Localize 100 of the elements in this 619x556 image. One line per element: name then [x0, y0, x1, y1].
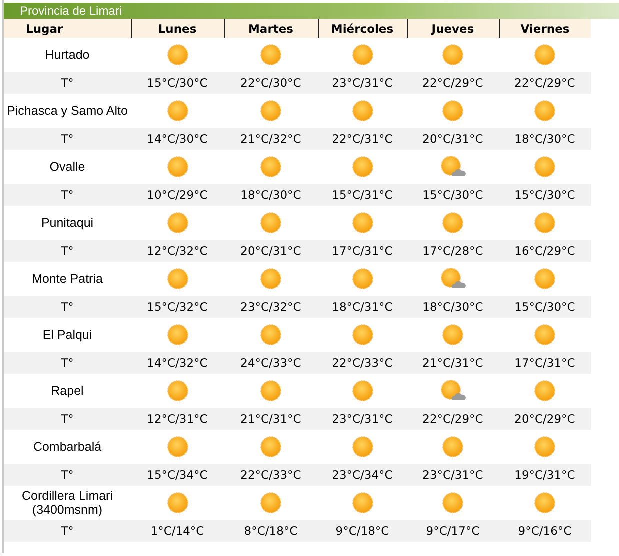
temperature-range: 22°C/33°C [318, 352, 407, 374]
sun-icon [260, 324, 282, 346]
sun-icon [166, 100, 188, 122]
sun-icon [260, 268, 282, 290]
temperature-range: 23°C/31°C [407, 464, 499, 486]
sun-icon [534, 156, 556, 178]
temperature-label: T° [4, 296, 131, 318]
temperature-range: 15°C/32°C [131, 296, 224, 318]
temperature-range: 15°C/30°C [499, 184, 591, 206]
temperature-range: 21°C/31°C [407, 352, 499, 374]
sun-icon [534, 380, 556, 402]
column-header: Lunes [131, 19, 224, 38]
temperature-label: T° [4, 128, 131, 150]
column-header: Miércoles [318, 19, 407, 38]
sun-icon [166, 492, 188, 514]
sun-icon [352, 156, 374, 178]
temperature-range: 12°C/31°C [131, 408, 224, 430]
temperature-range: 21°C/31°C [224, 408, 318, 430]
sun-icon [260, 44, 282, 66]
sun-cloud-icon [440, 156, 466, 178]
sun-icon [352, 100, 374, 122]
sun-icon [260, 156, 282, 178]
sun-icon [352, 380, 374, 402]
temperature-range: 8°C/18°C [224, 520, 318, 542]
section-title: Provincia de Limari [4, 3, 619, 19]
sun-icon [534, 492, 556, 514]
temperature-range: 15°C/30°C [407, 184, 499, 206]
column-header: Lugar [4, 19, 131, 38]
sun-icon [260, 100, 282, 122]
temperature-range: 14°C/32°C [131, 352, 224, 374]
column-header: Martes [224, 19, 318, 38]
sun-icon [352, 324, 374, 346]
temperature-label: T° [4, 184, 131, 206]
temperature-range: 22°C/31°C [318, 128, 407, 150]
temperature-range: 9°C/18°C [318, 520, 407, 542]
temperature-range: 22°C/29°C [407, 72, 499, 94]
temperature-range: 9°C/17°C [407, 520, 499, 542]
temperature-label: T° [4, 464, 131, 486]
sun-icon [442, 492, 464, 514]
sun-icon [166, 156, 188, 178]
sun-icon [166, 44, 188, 66]
place-name: Cordillera Limari (3400msnm) [4, 486, 131, 520]
temperature-range: 15°C/31°C [318, 184, 407, 206]
sun-icon [352, 492, 374, 514]
temperature-range: 20°C/31°C [224, 240, 318, 262]
temperature-range: 20°C/31°C [407, 128, 499, 150]
temperature-range: 23°C/32°C [224, 296, 318, 318]
sun-icon [352, 44, 374, 66]
temperature-range: 19°C/31°C [499, 464, 591, 486]
place-name: Ovalle [4, 150, 131, 184]
temperature-range: 22°C/33°C [224, 464, 318, 486]
sun-icon [166, 212, 188, 234]
temperature-range: 17°C/28°C [407, 240, 499, 262]
sun-icon [260, 436, 282, 458]
temperature-range: 22°C/29°C [407, 408, 499, 430]
sun-icon [534, 268, 556, 290]
sun-icon [260, 212, 282, 234]
sun-icon [442, 100, 464, 122]
place-name: Punitaqui [4, 206, 131, 240]
temperature-range: 21°C/32°C [224, 128, 318, 150]
sun-icon [260, 492, 282, 514]
column-header: Viernes [499, 19, 591, 38]
sun-icon [166, 268, 188, 290]
temperature-range: 18°C/30°C [499, 128, 591, 150]
sun-icon [166, 324, 188, 346]
temperature-label: T° [4, 72, 131, 94]
temperature-range: 18°C/30°C [224, 184, 318, 206]
sun-icon [352, 436, 374, 458]
place-name: Combarbalá [4, 430, 131, 464]
temperature-range: 14°C/30°C [131, 128, 224, 150]
place-name: Monte Patria [4, 262, 131, 296]
temperature-range: 18°C/30°C [407, 296, 499, 318]
sun-icon [166, 436, 188, 458]
temperature-range: 16°C/29°C [499, 240, 591, 262]
place-name: Hurtado [4, 38, 131, 72]
sun-icon [534, 44, 556, 66]
temperature-range: 18°C/31°C [318, 296, 407, 318]
sun-icon [534, 324, 556, 346]
temperature-range: 15°C/34°C [131, 464, 224, 486]
temperature-range: 10°C/29°C [131, 184, 224, 206]
sun-icon [534, 100, 556, 122]
sun-icon [442, 324, 464, 346]
temperature-range: 22°C/29°C [499, 72, 591, 94]
temperature-range: 9°C/16°C [499, 520, 591, 542]
temperature-label: T° [4, 520, 131, 542]
place-name: Pichasca y Samo Alto [4, 94, 131, 128]
sun-icon [260, 380, 282, 402]
temperature-range: 20°C/29°C [499, 408, 591, 430]
sun-cloud-icon [440, 268, 466, 290]
temperature-range: 12°C/32°C [131, 240, 224, 262]
sun-icon [352, 268, 374, 290]
temperature-range: 24°C/33°C [224, 352, 318, 374]
temperature-range: 1°C/14°C [131, 520, 224, 542]
place-name: Rapel [4, 374, 131, 408]
temperature-label: T° [4, 240, 131, 262]
sun-cloud-icon [440, 380, 466, 402]
sun-icon [442, 436, 464, 458]
temperature-range: 15°C/30°C [131, 72, 224, 94]
sun-icon [442, 212, 464, 234]
temperature-range: 15°C/30°C [499, 296, 591, 318]
